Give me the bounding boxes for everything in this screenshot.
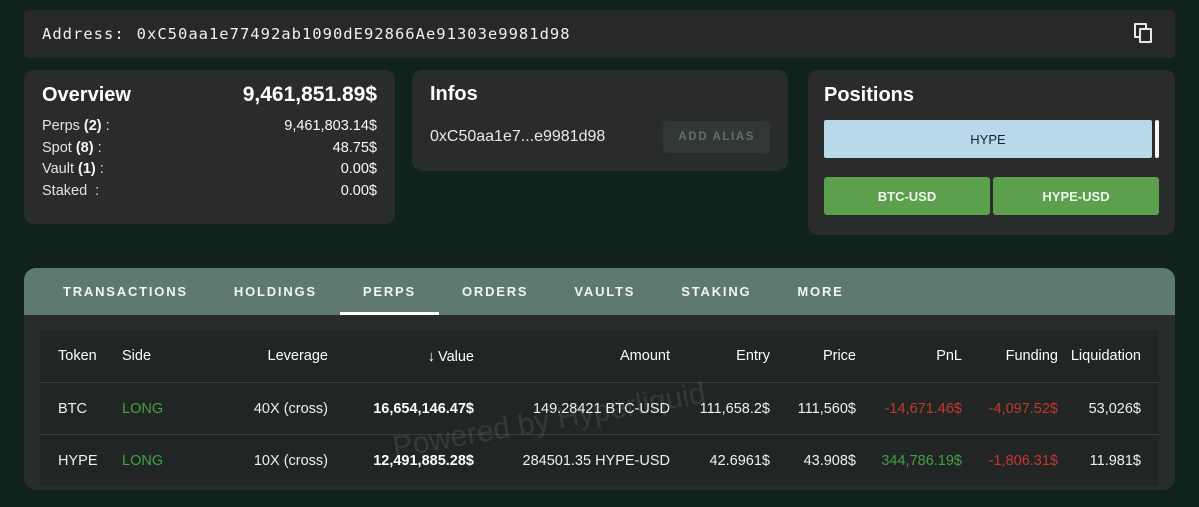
spot-segment-other[interactable] [1155, 120, 1159, 158]
cell-entry: 42.6961$ [670, 453, 770, 469]
copy-icon[interactable] [1131, 21, 1157, 47]
col-header-token[interactable]: Token [58, 348, 122, 364]
cell-value: 12,491,885.28$ [328, 453, 474, 469]
overview-row-count: (1) [78, 161, 96, 177]
col-header-side[interactable]: Side [122, 348, 206, 364]
col-header-amount[interactable]: Amount [474, 348, 670, 364]
cell-funding: -4,097.52$ [962, 401, 1058, 417]
col-header-funding[interactable]: Funding [962, 348, 1058, 364]
tab-more[interactable]: MORE [774, 268, 866, 315]
overview-row-label: Vault [42, 161, 74, 177]
perp-segment-btc-usd[interactable]: BTC-USD [824, 177, 990, 215]
overview-row-staked: Staked: 0.00$ [42, 181, 377, 203]
overview-row-colon: : [95, 183, 99, 199]
overview-row-label: Spot [42, 140, 72, 156]
col-header-leverage[interactable]: Leverage [206, 348, 328, 364]
cell-leverage: 10X (cross) [206, 453, 328, 469]
overview-title: Overview [42, 84, 131, 107]
overview-row-spot: Spot(8): 48.75$ [42, 138, 377, 160]
address-value: 0xC50aa1e77492ab1090dE92866Ae91303e9981d… [137, 25, 571, 43]
tab-orders[interactable]: ORDERS [439, 268, 551, 315]
infos-address-short: 0xC50aa1e7...e9981d98 [430, 128, 605, 146]
perp-positions-bar: BTC-USD HYPE-USD [824, 177, 1159, 215]
overview-row-count: (2) [84, 118, 102, 134]
cell-side: LONG [122, 401, 206, 417]
col-header-value-label: Value [438, 349, 474, 365]
tab-bar: TRANSACTIONS HOLDINGS PERPS ORDERS VAULT… [24, 268, 1175, 315]
cell-entry: 111,658.2$ [670, 401, 770, 417]
col-header-price[interactable]: Price [770, 348, 856, 364]
col-header-value[interactable]: ↓Value [328, 348, 474, 365]
tab-holdings[interactable]: HOLDINGS [211, 268, 340, 315]
table-row-btc[interactable]: BTC LONG 40X (cross) 16,654,146.47$ 149.… [40, 382, 1159, 434]
cell-pnl: -14,671.46$ [856, 401, 962, 417]
sort-descending-icon: ↓ [427, 348, 435, 365]
overview-total: 9,461,851.89$ [243, 83, 377, 107]
positions-card: Positions HYPE BTC-USD HYPE-USD [808, 70, 1175, 235]
col-header-entry[interactable]: Entry [670, 348, 770, 364]
overview-row-value: 0.00$ [341, 159, 377, 181]
overview-row-label: Staked [42, 183, 87, 199]
spot-positions-bar: HYPE [824, 120, 1159, 158]
overview-row-colon: : [98, 140, 102, 156]
cell-amount: 284501.35 HYPE-USD [474, 453, 670, 469]
main-panel: TRANSACTIONS HOLDINGS PERPS ORDERS VAULT… [24, 268, 1175, 490]
overview-row-perps: Perps(2): 9,461,803.14$ [42, 116, 377, 138]
col-header-pnl[interactable]: PnL [856, 348, 962, 364]
cell-liquidation: 11.981$ [1058, 453, 1141, 469]
overview-row-value: 48.75$ [333, 138, 377, 160]
col-header-liquidation[interactable]: Liquidation [1058, 348, 1141, 364]
perps-table: Token Side Leverage ↓Value Amount Entry … [40, 330, 1159, 486]
cell-funding: -1,806.31$ [962, 453, 1058, 469]
copy-icon-front [1139, 28, 1152, 43]
cell-price: 111,560$ [770, 401, 856, 417]
overview-rows: Perps(2): 9,461,803.14$ Spot(8): 48.75$ … [42, 116, 377, 202]
cell-amount: 149.28421 BTC-USD [474, 401, 670, 417]
overview-row-vault: Vault(1): 0.00$ [42, 159, 377, 181]
perp-segment-hype-usd[interactable]: HYPE-USD [993, 177, 1159, 215]
address-label: Address: [42, 25, 125, 43]
add-alias-button[interactable]: ADD ALIAS [663, 121, 770, 153]
infos-card: Infos 0xC50aa1e7...e9981d98 ADD ALIAS [412, 70, 788, 171]
tab-transactions[interactable]: TRANSACTIONS [40, 268, 211, 315]
tab-staking[interactable]: STAKING [658, 268, 774, 315]
cell-leverage: 40X (cross) [206, 401, 328, 417]
table-row-hype[interactable]: HYPE LONG 10X (cross) 12,491,885.28$ 284… [40, 434, 1159, 486]
cell-pnl: 344,786.19$ [856, 453, 962, 469]
page: Address: 0xC50aa1e77492ab1090dE92866Ae91… [0, 0, 1199, 507]
table-header-row: Token Side Leverage ↓Value Amount Entry … [40, 330, 1159, 382]
overview-row-label: Perps [42, 118, 80, 134]
address-bar: Address: 0xC50aa1e77492ab1090dE92866Ae91… [24, 10, 1175, 58]
cell-token: BTC [58, 401, 122, 417]
cell-liquidation: 53,026$ [1058, 401, 1141, 417]
overview-row-value: 0.00$ [341, 181, 377, 203]
infos-title: Infos [430, 83, 478, 105]
cell-value: 16,654,146.47$ [328, 401, 474, 417]
overview-row-colon: : [100, 161, 104, 177]
positions-title: Positions [824, 84, 914, 106]
overview-row-colon: : [106, 118, 110, 134]
overview-card: Overview 9,461,851.89$ Perps(2): 9,461,8… [24, 70, 395, 224]
overview-row-count: (8) [76, 140, 94, 156]
spot-segment-hype[interactable]: HYPE [824, 120, 1152, 158]
overview-row-value: 9,461,803.14$ [284, 116, 377, 138]
cell-price: 43.908$ [770, 453, 856, 469]
cell-side: LONG [122, 453, 206, 469]
tab-perps[interactable]: PERPS [340, 268, 439, 315]
tab-vaults[interactable]: VAULTS [551, 268, 658, 315]
cell-token: HYPE [58, 453, 122, 469]
